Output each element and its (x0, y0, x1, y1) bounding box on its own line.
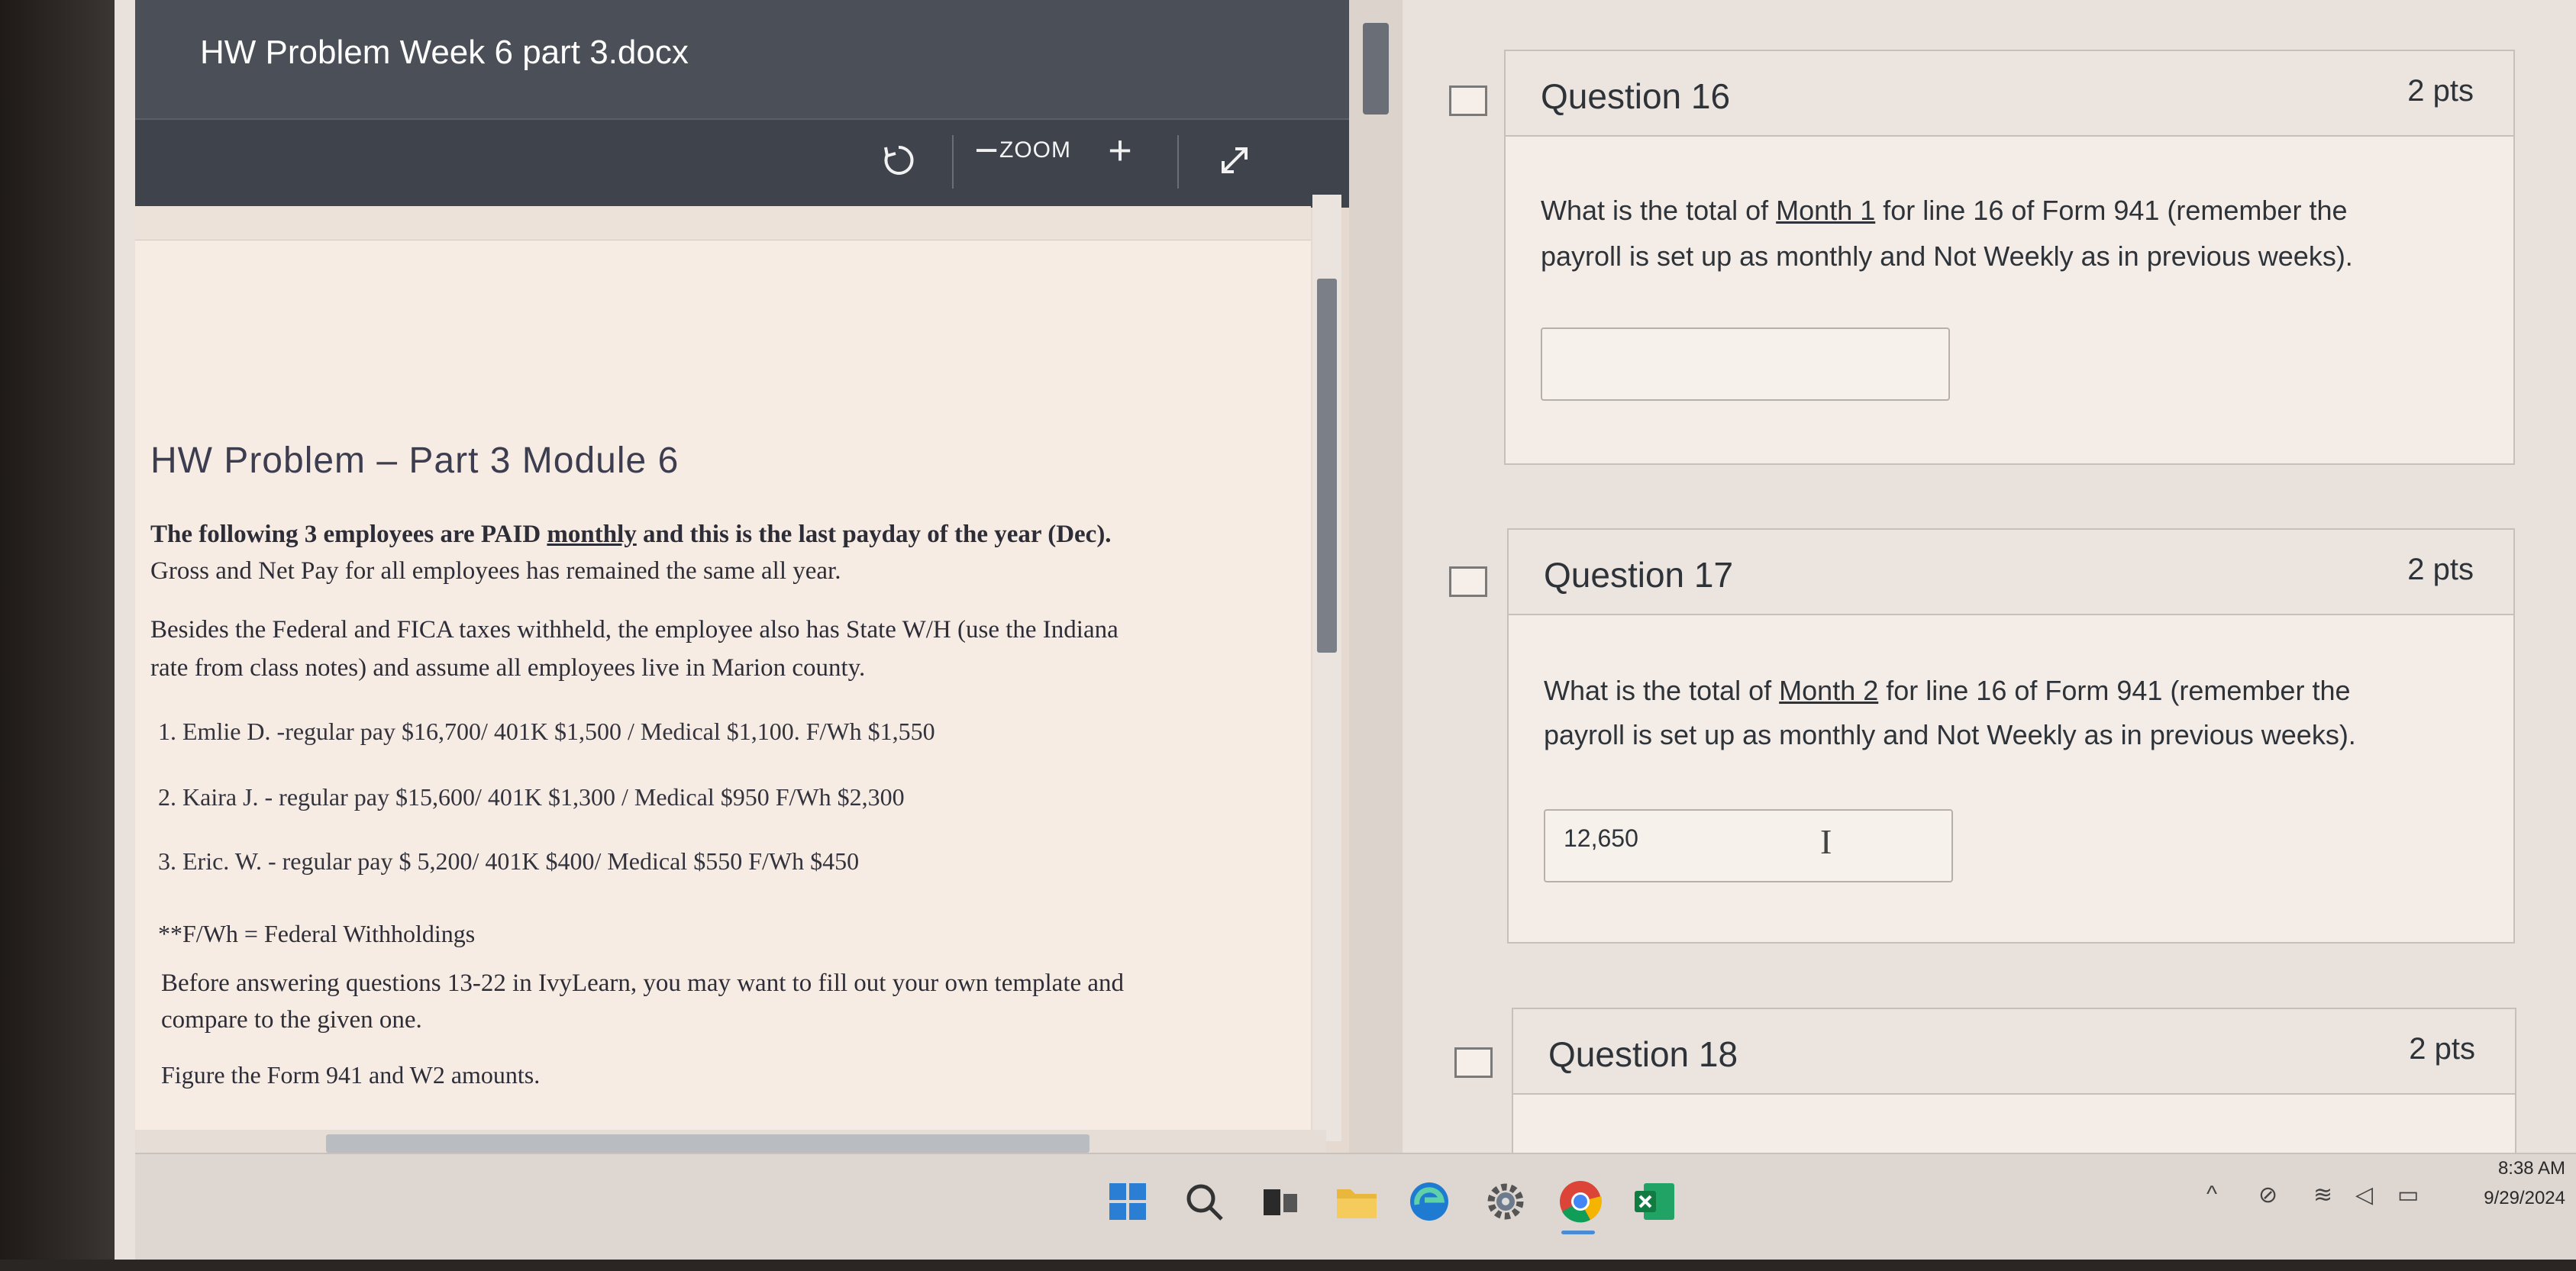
q17-text-a: What is the total of (1544, 675, 1780, 706)
windows-start-icon[interactable] (1103, 1177, 1152, 1226)
page-scroll-thumb[interactable] (1317, 279, 1337, 653)
volume-icon[interactable]: ◁ (2355, 1182, 2373, 1208)
document-page: HW Problem – Part 3 Module 6 The followi… (135, 206, 1311, 1137)
q16-text-a: What is the total of (1541, 195, 1777, 226)
screen: HW Problem Week 6 part 3.docx − ZOOM + H… (115, 0, 2576, 1260)
text-cursor-icon: I (1820, 822, 1832, 861)
footnote: **F/Wh = Federal Withholdings (158, 920, 476, 947)
question-text-line-1: What is the total of Month 2 for line 16… (1544, 669, 2351, 713)
battery-icon[interactable]: ▭ (2397, 1182, 2419, 1208)
viewer-toolbar (135, 118, 1349, 208)
clock-time[interactable]: 8:38 AM (2436, 1158, 2565, 1179)
settings-icon[interactable] (1481, 1177, 1530, 1226)
wifi-icon[interactable]: ≋ (2313, 1182, 2332, 1208)
question-text-line-2: payroll is set up as monthly and Not Wee… (1544, 719, 2356, 750)
zoom-in-button[interactable]: + (1101, 124, 1139, 177)
zoom-label: ZOOM (999, 137, 1071, 163)
question-card: Question 17 2 pts What is the total of M… (1507, 528, 2515, 944)
rotate-icon (884, 145, 914, 175)
expand-icon (1222, 147, 1248, 173)
question-points: 2 pts (2407, 74, 2474, 108)
intro-monthly: monthly (547, 521, 637, 548)
question-points: 2 pts (2407, 553, 2474, 586)
figure-line: Figure the Form 941 and W2 amounts. (161, 1061, 541, 1089)
intro-line-1: The following 3 employees are PAID month… (150, 521, 1112, 549)
q17-text-b: for line 16 of Form 941 (remember the (1878, 675, 2351, 706)
monitor-bezel (0, 0, 115, 1271)
clock-date[interactable]: 9/29/2024 (2436, 1188, 2565, 1209)
pane-divider-scrollbar[interactable] (1349, 0, 1403, 1168)
rotate-button[interactable] (872, 134, 925, 187)
excel-icon[interactable] (1630, 1177, 1679, 1226)
before-line-1: Before answering questions 13-22 in IvyL… (161, 969, 1125, 997)
question-title: Question 16 (1541, 76, 1731, 116)
question-points: 2 pts (2409, 1032, 2475, 1066)
viewer-title-bar: HW Problem Week 6 part 3.docx (135, 0, 1349, 118)
page-top-strip (135, 206, 1311, 240)
flag-question-icon[interactable] (1449, 566, 1487, 597)
question-header: Question 16 2 pts (1506, 51, 2513, 137)
question-card: Question 16 2 pts What is the total of M… (1504, 50, 2515, 465)
question-title: Question 17 (1544, 555, 1734, 595)
chrome-icon[interactable] (1556, 1177, 1605, 1226)
intro-text-b: and this is the last payday of the year … (636, 521, 1112, 548)
question-text-line-1: What is the total of Month 1 for line 16… (1541, 189, 2348, 233)
q16-text-b: for line 16 of Form 941 (remember the (1875, 195, 2348, 226)
active-app-indicator (1561, 1231, 1595, 1234)
network-off-icon[interactable]: ⊘ (2258, 1182, 2277, 1208)
intro-line-2: Gross and Net Pay for all employees has … (150, 557, 841, 585)
edge-icon[interactable] (1405, 1177, 1454, 1226)
intro-text-a: The following 3 employees are PAID (150, 521, 547, 548)
answer-input[interactable] (1541, 327, 1950, 401)
employee-line: 2. Kaira J. - regular pay $15,600/ 401K … (158, 783, 905, 811)
employee-line: 3. Eric. W. - regular pay $ 5,200/ 401K … (158, 847, 860, 875)
toolbar-separator (952, 135, 954, 189)
pane-scroll-thumb[interactable] (1363, 23, 1389, 115)
page-h-scroll-thumb[interactable] (326, 1134, 1089, 1153)
task-view-icon[interactable] (1256, 1177, 1305, 1226)
fullscreen-button[interactable] (1208, 134, 1261, 187)
before-line-2: compare to the given one. (161, 1006, 422, 1034)
monitor-bezel-bottom (0, 1260, 2576, 1271)
besides-line-1: Besides the Federal and FICA taxes withh… (150, 616, 1119, 644)
employee-line: 1. Emlie D. -regular pay $16,700/ 401K $… (158, 718, 935, 745)
flag-question-icon[interactable] (1449, 85, 1487, 116)
document-heading: HW Problem – Part 3 Module 6 (150, 440, 680, 481)
q16-month: Month 1 (1776, 195, 1876, 226)
answer-input[interactable]: 12,650 (1544, 809, 1953, 882)
document-viewer: HW Problem Week 6 part 3.docx − ZOOM + H… (135, 0, 1349, 1168)
question-header: Question 18 2 pts (1513, 1009, 2515, 1095)
question-header: Question 17 2 pts (1509, 530, 2513, 615)
document-title: HW Problem Week 6 part 3.docx (200, 34, 689, 71)
question-text-line-2: payroll is set up as monthly and Not Wee… (1541, 240, 2353, 272)
q17-month: Month 2 (1779, 675, 1879, 706)
file-explorer-icon[interactable] (1332, 1177, 1381, 1226)
search-icon[interactable] (1180, 1177, 1228, 1226)
question-title: Question 18 (1548, 1034, 1738, 1074)
besides-line-2: rate from class notes) and assume all em… (150, 654, 866, 682)
chevron-up-icon[interactable]: ^ (2206, 1182, 2217, 1208)
flag-question-icon[interactable] (1454, 1047, 1493, 1078)
toolbar-separator (1177, 135, 1179, 189)
